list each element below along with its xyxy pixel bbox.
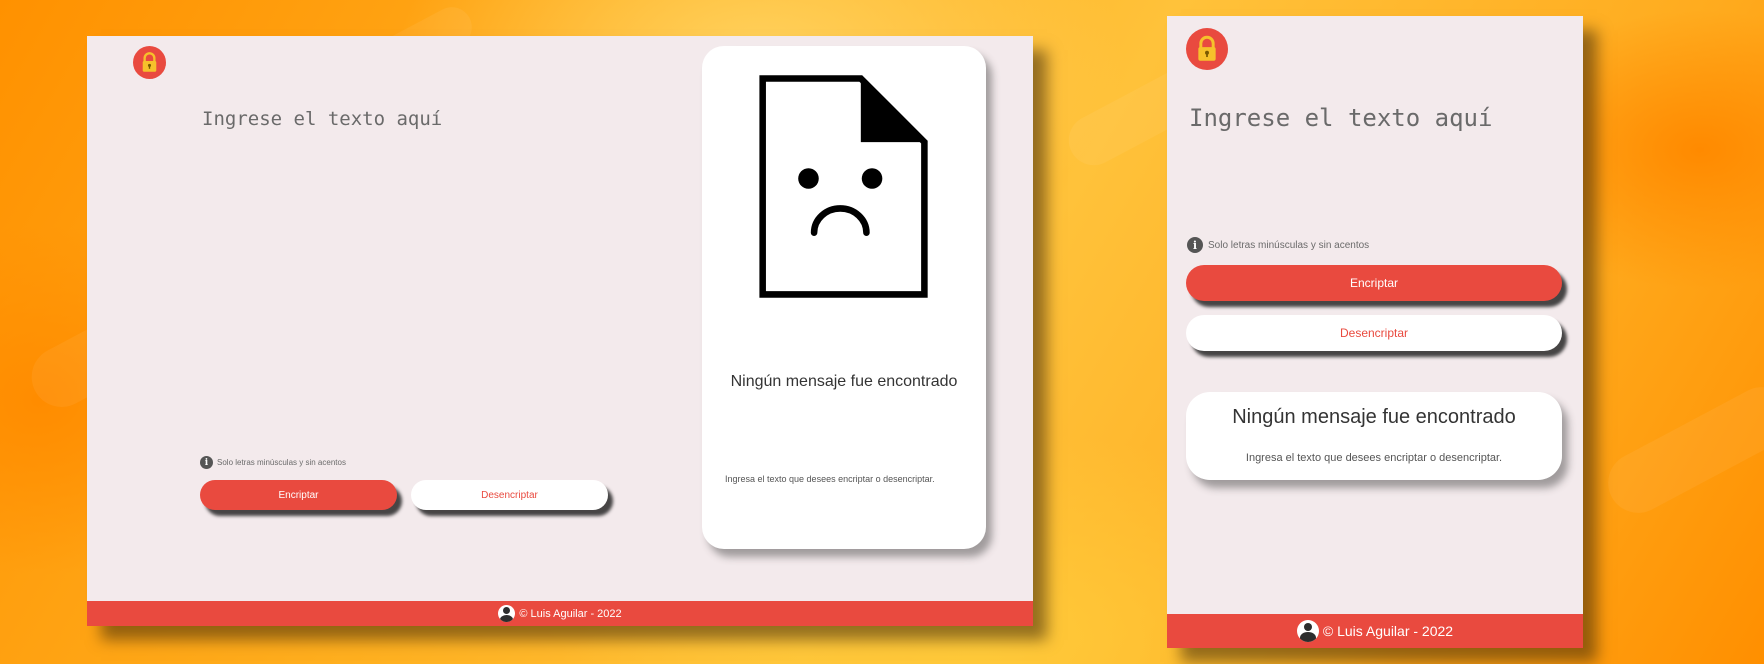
encrypt-button[interactable]: Encriptar	[1186, 265, 1562, 301]
info-icon: i	[1187, 237, 1203, 253]
input-note: i Solo letras minúsculas y sin acentos	[200, 456, 346, 469]
result-card: Ningún mensaje fue encontrado Ingresa el…	[1186, 392, 1562, 480]
decrypt-button[interactable]: Desencriptar	[411, 480, 608, 510]
footer-text: © Luis Aguilar - 2022	[519, 607, 622, 620]
note-text: Solo letras minúsculas y sin acentos	[217, 458, 346, 467]
encrypt-button-label: Encriptar	[278, 489, 319, 501]
footer-text: © Luis Aguilar - 2022	[1322, 623, 1454, 639]
info-icon: i	[200, 456, 213, 469]
result-card: Ningún mensaje fue encontrado Ingresa el…	[702, 46, 986, 549]
text-input[interactable]	[1187, 102, 1571, 226]
decrypt-button-label: Desencriptar	[481, 489, 538, 501]
sad-document-icon	[759, 75, 928, 298]
decrypt-button[interactable]: Desencriptar	[1186, 315, 1562, 351]
footer: © Luis Aguilar - 2022	[87, 601, 1033, 626]
encrypt-button[interactable]: Encriptar	[200, 480, 397, 510]
decrypt-button-label: Desencriptar	[1339, 326, 1409, 340]
lock-icon	[1186, 28, 1228, 70]
avatar	[1296, 620, 1319, 642]
result-text: Ingresa el texto que desees encriptar o …	[1245, 452, 1503, 464]
encrypt-button-label: Encriptar	[1349, 276, 1399, 290]
note-text: Solo letras minúsculas y sin acentos	[1208, 239, 1370, 251]
footer: © Luis Aguilar - 2022	[1167, 614, 1583, 648]
desktop-view: i Solo letras minúsculas y sin acentos E…	[87, 36, 1033, 626]
text-input[interactable]	[200, 106, 644, 410]
result-text: Ingresa el texto que desees encriptar o …	[725, 474, 935, 484]
lock-icon	[133, 46, 166, 79]
result-title: Ningún mensaje fue encontrado	[1232, 406, 1516, 428]
mobile-view: i Solo letras minúsculas y sin acentos E…	[1167, 16, 1583, 648]
input-note: i Solo letras minúsculas y sin acentos	[1187, 237, 1369, 253]
result-title: Ningún mensaje fue encontrado	[730, 373, 958, 390]
avatar	[498, 605, 516, 622]
